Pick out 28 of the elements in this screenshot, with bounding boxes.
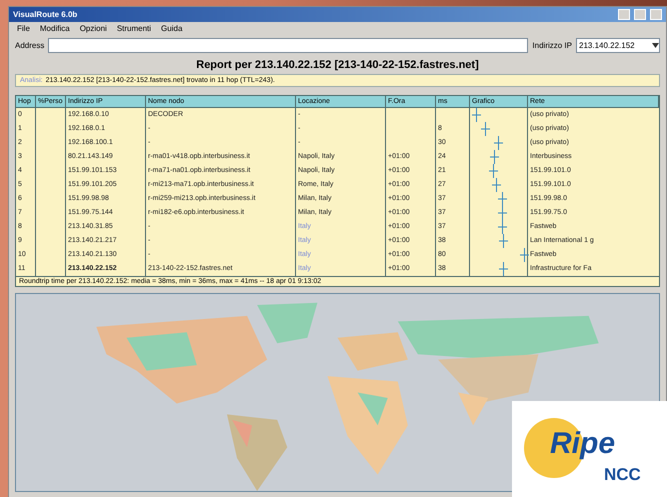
ip-combo[interactable]: 213.140.22.152 (576, 38, 660, 53)
address-label: Address (15, 41, 44, 50)
latency-marker-icon (488, 164, 498, 178)
latency-marker-icon (494, 136, 503, 150)
latency-marker-icon (498, 206, 508, 220)
close-button[interactable] (650, 9, 662, 20)
address-field[interactable] (48, 38, 528, 53)
latency-marker-icon (480, 122, 490, 136)
window-title: VisualRoute 6.0b (13, 10, 78, 19)
report-title: Report per 213.140.22.152 [213-140-22-152.fastres.net] (195, 58, 480, 73)
maximize-button[interactable] (634, 9, 646, 20)
latency-marker-icon (520, 248, 529, 262)
latency-marker-icon (498, 262, 508, 276)
caret-icon (652, 43, 659, 48)
latency-marker-icon (498, 220, 508, 234)
ip-label: Indirizzo IP (532, 41, 572, 50)
menu-item[interactable]: Opzioni (80, 24, 107, 33)
logo-subword: NCC (604, 465, 641, 485)
menu-item[interactable]: File (17, 24, 30, 33)
latency-marker-icon (498, 192, 508, 206)
menu-item[interactable]: Modifica (40, 24, 70, 33)
latency-marker-icon (498, 234, 508, 248)
latency-marker-icon (492, 178, 502, 192)
minimize-button[interactable] (618, 9, 630, 20)
latency-marker-icon (472, 108, 481, 122)
menu-item[interactable]: Guida (161, 24, 182, 33)
latency-marker-icon (490, 150, 500, 164)
menu-item[interactable]: Strumenti (116, 24, 152, 33)
